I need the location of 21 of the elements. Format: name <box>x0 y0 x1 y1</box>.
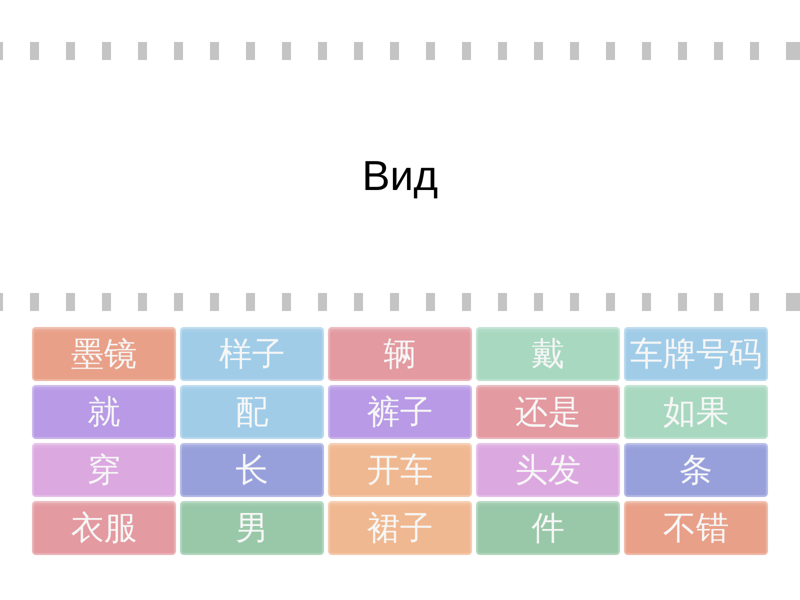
word-tile[interactable]: 不错 <box>624 501 768 555</box>
word-tile[interactable]: 如果 <box>624 385 768 439</box>
word-tile[interactable]: 就 <box>32 385 176 439</box>
word-tile[interactable]: 条 <box>624 443 768 497</box>
word-tile[interactable]: 辆 <box>328 327 472 381</box>
word-tile[interactable]: 男 <box>180 501 324 555</box>
word-tile[interactable]: 墨镜 <box>32 327 176 381</box>
word-tile[interactable]: 件 <box>476 501 620 555</box>
word-tile[interactable]: 裙子 <box>328 501 472 555</box>
word-tile[interactable]: 穿 <box>32 443 176 497</box>
word-tile[interactable]: 配 <box>180 385 324 439</box>
word-tile[interactable]: 开车 <box>328 443 472 497</box>
word-tile[interactable]: 长 <box>180 443 324 497</box>
word-tile[interactable]: 衣服 <box>32 501 176 555</box>
category-title: Вид <box>362 151 438 202</box>
word-tile[interactable]: 头发 <box>476 443 620 497</box>
word-tile[interactable]: 戴 <box>476 327 620 381</box>
word-tile[interactable]: 裤子 <box>328 385 472 439</box>
word-tile[interactable]: 车牌号码 <box>624 327 768 381</box>
word-tile[interactable]: 样子 <box>180 327 324 381</box>
word-tile[interactable]: 还是 <box>476 385 620 439</box>
